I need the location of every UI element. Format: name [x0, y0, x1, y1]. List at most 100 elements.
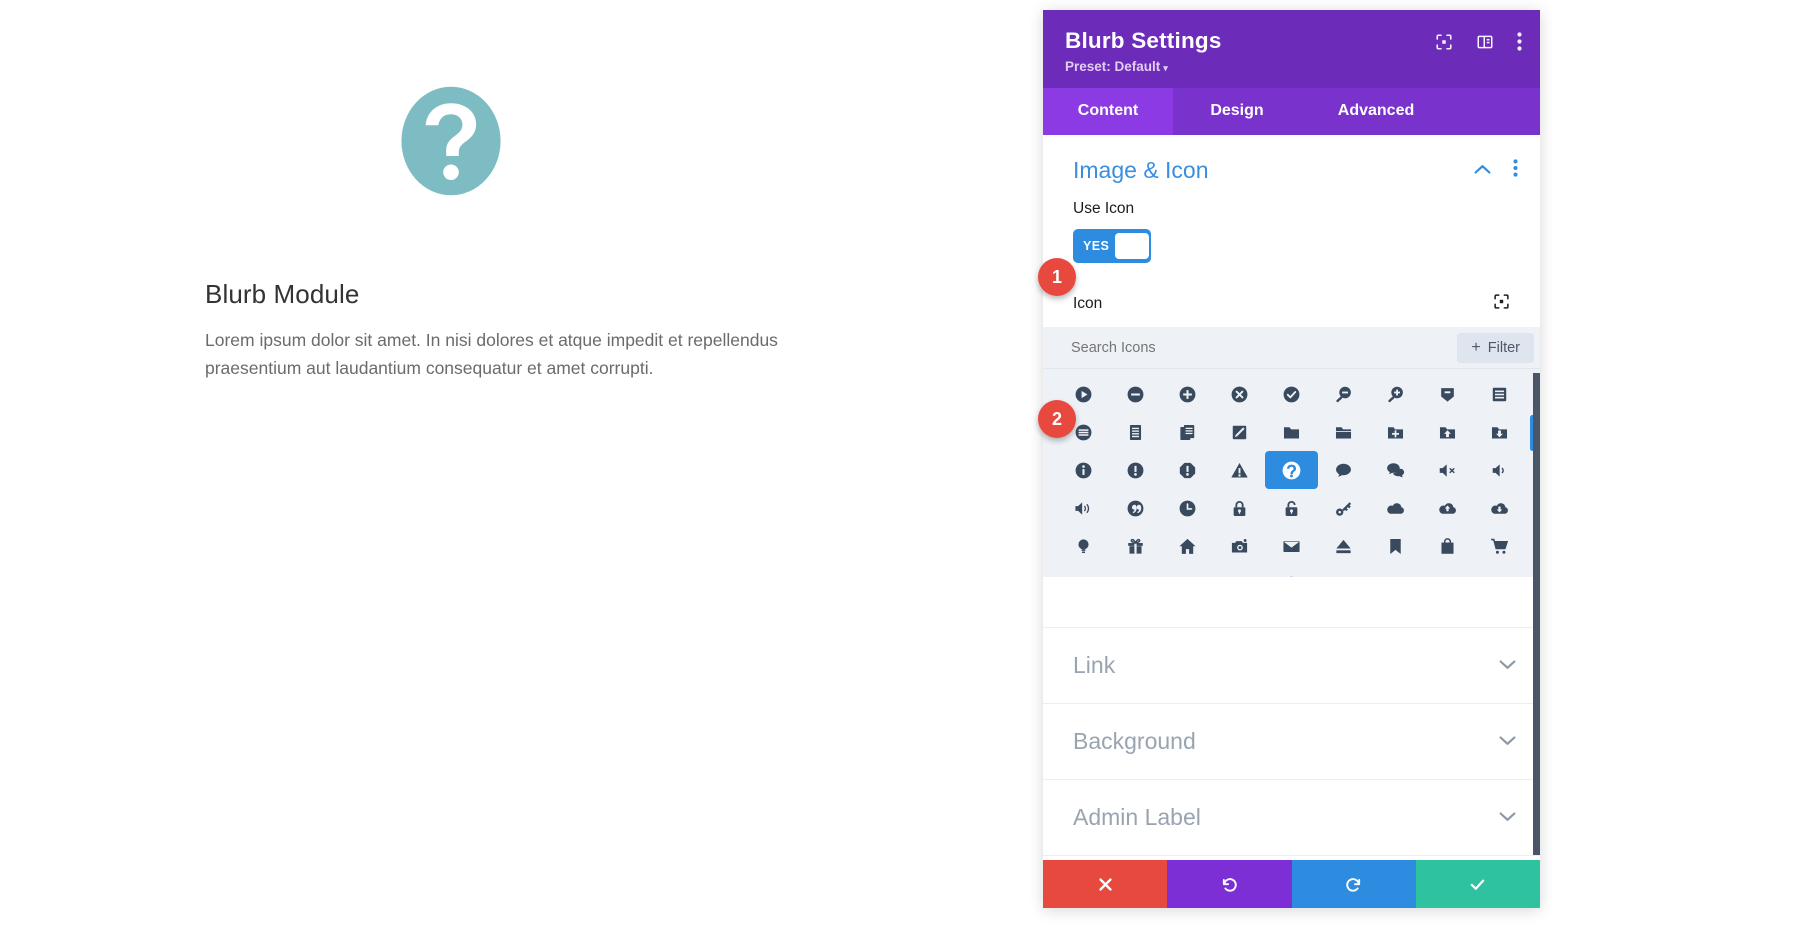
close-button[interactable]: [1043, 860, 1168, 908]
redo-button[interactable]: [1291, 860, 1416, 908]
preset-label: Preset: Default: [1065, 59, 1161, 74]
focus-target-icon[interactable]: [1493, 293, 1510, 315]
folder-open-icon[interactable]: [1318, 413, 1370, 451]
cursor-icon[interactable]: [1213, 565, 1265, 577]
info-circle-icon[interactable]: [1057, 451, 1109, 489]
volume-mute-icon[interactable]: [1422, 451, 1474, 489]
icon-picker-toolbar: + Filter: [1043, 327, 1540, 369]
step-marker-2: 2: [1038, 400, 1076, 438]
icon-grid: [1043, 369, 1540, 577]
volume-high-icon[interactable]: [1057, 489, 1109, 527]
blurb-icon-container: [295, 82, 607, 205]
search-minus-icon[interactable]: [1318, 375, 1370, 413]
lock-icon[interactable]: [1213, 489, 1265, 527]
panel-scrollbar[interactable]: [1533, 373, 1540, 855]
panel-body: Image & Icon Use Icon YES Icon Search Ic…: [1043, 135, 1540, 860]
unlock-icon[interactable]: [1265, 489, 1317, 527]
screen-root: Blurb Module Lorem ipsum dolor sit amet.…: [0, 0, 1800, 940]
accordion-background[interactable]: Background: [1043, 704, 1540, 780]
shopping-cart-icon[interactable]: [1474, 527, 1526, 565]
section-title: Image & Icon: [1073, 157, 1209, 183]
camera-icon[interactable]: [1213, 527, 1265, 565]
home-icon[interactable]: [1161, 527, 1213, 565]
umbrella-icon[interactable]: [1370, 565, 1422, 577]
layout-panel-icon[interactable]: [1476, 33, 1494, 56]
cloud-upload-icon[interactable]: [1422, 489, 1474, 527]
focus-target-icon[interactable]: [1435, 33, 1453, 56]
key-icon[interactable]: [1318, 489, 1370, 527]
filter-button[interactable]: + Filter: [1457, 332, 1534, 363]
document-lines-icon[interactable]: [1109, 413, 1161, 451]
documents-icon[interactable]: [1161, 413, 1213, 451]
accordion-sections: Link Background Admin Label: [1043, 627, 1540, 856]
panel-footer: [1043, 860, 1540, 908]
pencil-box-icon[interactable]: [1213, 413, 1265, 451]
exclamation-octagon-icon[interactable]: [1161, 451, 1213, 489]
search-plus-icon[interactable]: [1370, 375, 1422, 413]
search-icons-input[interactable]: [1071, 339, 1458, 356]
section-more-vertical-icon[interactable]: [1513, 159, 1518, 182]
briefcase-icon[interactable]: [1161, 565, 1213, 577]
clock-icon[interactable]: [1161, 489, 1213, 527]
accordion-background-label: Background: [1073, 728, 1196, 754]
map-icon[interactable]: [1318, 565, 1370, 577]
exclamation-circle-icon[interactable]: [1109, 451, 1161, 489]
warning-triangle-icon[interactable]: [1213, 451, 1265, 489]
pin-icon[interactable]: [1265, 565, 1317, 577]
more-vertical-icon[interactable]: [1517, 32, 1522, 56]
filter-button-label: Filter: [1487, 339, 1520, 356]
plus-icon: +: [1471, 338, 1481, 356]
funnel-icon[interactable]: [1422, 565, 1474, 577]
plus-circle-icon[interactable]: [1161, 375, 1213, 413]
use-icon-label: Use Icon: [1073, 200, 1135, 217]
undo-button[interactable]: [1167, 860, 1292, 908]
tab-content[interactable]: Content: [1043, 88, 1173, 135]
eject-icon[interactable]: [1318, 527, 1370, 565]
use-icon-toggle[interactable]: YES: [1073, 229, 1151, 263]
accordion-link[interactable]: Link: [1043, 628, 1540, 704]
toggle-knob: [1115, 233, 1150, 259]
quote-circle-icon[interactable]: [1109, 489, 1161, 527]
list-icon[interactable]: [1474, 375, 1526, 413]
use-icon-toggle-value: YES: [1083, 239, 1110, 253]
chevron-down-icon: [1499, 809, 1516, 827]
preset-selector[interactable]: Preset: Default ▾: [1065, 59, 1518, 74]
icon-field-header: Icon: [1073, 293, 1510, 315]
card-alt-icon[interactable]: [1109, 565, 1161, 577]
icon-label: Icon: [1073, 295, 1103, 312]
folder-icon[interactable]: [1265, 413, 1317, 451]
accordion-admin-label[interactable]: Admin Label: [1043, 780, 1540, 856]
check-circle-icon[interactable]: [1265, 375, 1317, 413]
icon-picker: + Filter: [1043, 327, 1540, 577]
accordion-link-label: Link: [1073, 652, 1116, 678]
chevron-up-icon[interactable]: [1474, 162, 1491, 180]
comments-icon[interactable]: [1370, 451, 1422, 489]
minus-circle-icon[interactable]: [1109, 375, 1161, 413]
panel-tabs: Content Design Advanced: [1043, 88, 1540, 135]
save-button[interactable]: [1415, 860, 1540, 908]
blurb-settings-panel: Blurb Settings Preset: Default ▾ Content…: [1043, 10, 1540, 908]
cloud-download-icon[interactable]: [1474, 489, 1526, 527]
close-circle-icon[interactable]: [1213, 375, 1265, 413]
glasses-icon[interactable]: [1474, 565, 1526, 577]
question-circle-icon[interactable]: [1265, 451, 1318, 489]
step-marker-1: 1: [1038, 258, 1076, 296]
cloud-icon[interactable]: [1370, 489, 1422, 527]
card-icon[interactable]: [1057, 565, 1109, 577]
folder-upload-icon[interactable]: [1422, 413, 1474, 451]
volume-low-icon[interactable]: [1474, 451, 1526, 489]
chevron-down-icon: ▾: [1163, 63, 1168, 73]
gift-icon[interactable]: [1109, 527, 1161, 565]
tab-design[interactable]: Design: [1173, 88, 1301, 135]
tag-icon[interactable]: [1422, 375, 1474, 413]
comment-icon[interactable]: [1318, 451, 1370, 489]
lightbulb-icon[interactable]: [1057, 527, 1109, 565]
bookmark-icon[interactable]: [1370, 527, 1422, 565]
question-mark-circle-icon: [392, 82, 510, 200]
panel-header: Blurb Settings Preset: Default ▾: [1043, 10, 1540, 88]
shopping-bag-icon[interactable]: [1422, 527, 1474, 565]
envelope-icon[interactable]: [1265, 527, 1317, 565]
tab-advanced[interactable]: Advanced: [1301, 88, 1451, 135]
folder-plus-icon[interactable]: [1370, 413, 1422, 451]
folder-download-icon[interactable]: [1474, 413, 1526, 451]
